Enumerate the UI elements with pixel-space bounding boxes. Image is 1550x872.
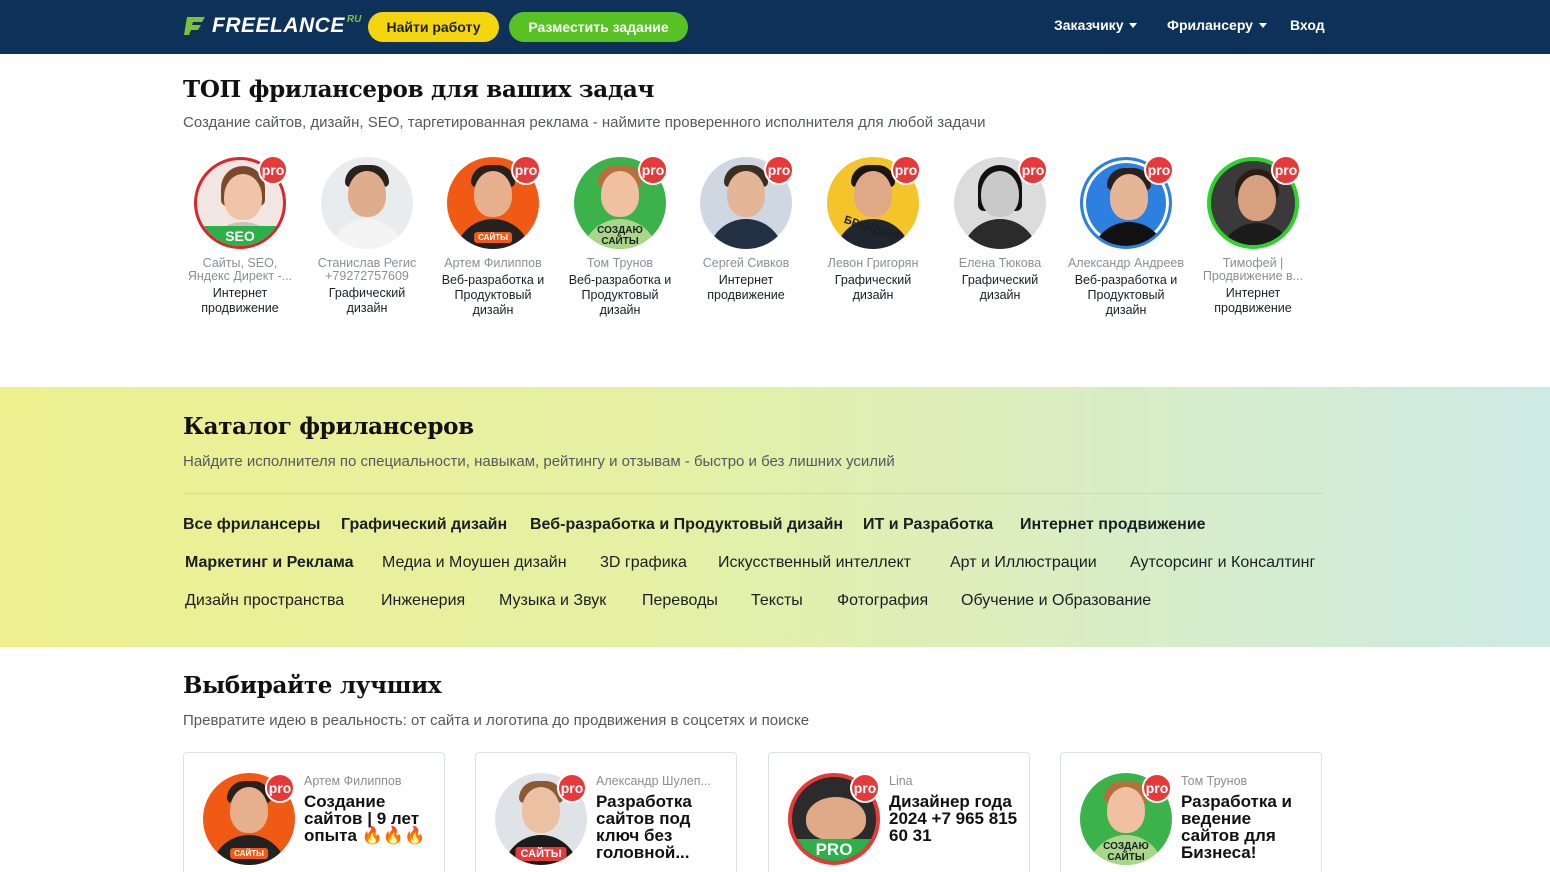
category-link[interactable]: Переводы <box>642 592 718 610</box>
logo-text: FREELANCE <box>212 14 345 37</box>
pro-badge: pro <box>1142 773 1172 803</box>
card-author: Lina <box>889 774 913 788</box>
freelancer-specialty: Веб-разработка и Продуктовый дизайн <box>1074 273 1178 317</box>
top-freelancer-card[interactable]: pro Елена Тюкова Графический дизайн <box>940 155 1060 303</box>
top-navbar: FREELANCE RU Найти работу Разместить зад… <box>0 0 1550 54</box>
top-freelancer-card[interactable]: БРЕНДИНГ pro Левон Григорян Графический … <box>813 155 933 303</box>
category-link[interactable]: Искусственный интеллект <box>718 554 911 572</box>
freelancer-specialty: Веб-разработка и Продуктовый дизайн <box>441 273 545 317</box>
category-link[interactable]: 3D графика <box>600 554 687 572</box>
service-card[interactable]: САЙТЫ pro Александр Шулеп... Разработка … <box>475 752 737 872</box>
category-link[interactable]: Дизайн пространства <box>185 592 344 610</box>
nav-customer-menu[interactable]: Заказчику <box>1054 17 1138 33</box>
service-card[interactable]: PRO pro Lina Дизайнер года 2024 +7 965 8… <box>768 752 1030 872</box>
category-link[interactable]: Инженерия <box>381 592 465 610</box>
site-logo[interactable]: FREELANCE RU <box>183 11 361 41</box>
card-title[interactable]: Разработка сайтов под ключ без головной.… <box>596 793 726 861</box>
logo-suffix: RU <box>346 14 362 25</box>
top-section-subtitle: Создание сайтов, дизайн, SEO, таргетиров… <box>183 114 986 131</box>
post-task-button[interactable]: Разместить задание <box>509 12 688 42</box>
category-link[interactable]: Тексты <box>751 592 803 610</box>
top-freelancer-card[interactable]: СОЗДАЮ САЙТЫ pro Том Трунов Веб-разработ… <box>560 155 680 318</box>
category-link[interactable]: Музыка и Звук <box>499 592 606 610</box>
pro-badge: pro <box>265 773 295 803</box>
pro-badge: pro <box>1144 155 1174 185</box>
avatar[interactable] <box>321 157 413 249</box>
pro-badge: pro <box>764 155 794 185</box>
freelancer-name: Том Трунов <box>586 256 654 270</box>
avatar-tag: САЙТЫ <box>515 847 567 861</box>
category-link[interactable]: Аутсорсинг и Консалтинг <box>1130 554 1315 572</box>
freelancer-name: Сайты, SEO, Яндекс Директ -... <box>187 256 293 283</box>
freelancer-name: Елена Тюкова <box>958 256 1042 270</box>
freelancer-specialty: Графический дизайн <box>328 286 406 315</box>
avatar-tag: СОЗДАЮ САЙТЫ <box>1103 841 1149 863</box>
catalog-title: Каталог фрилансеров <box>183 413 474 440</box>
top-freelancer-card[interactable]: Станислав Регис +79272757609 Графический… <box>307 157 427 316</box>
top-freelancer-card[interactable]: SEO pro Сайты, SEO, Яндекс Директ -... И… <box>180 155 300 316</box>
service-card[interactable]: СОЗДАЮ САЙТЫ pro Том Трунов Разработка и… <box>1060 752 1322 872</box>
freelancer-specialty: Интернет продвижение <box>707 273 785 302</box>
best-section-subtitle: Превратите идею в реальность: от сайта и… <box>183 712 810 729</box>
pro-badge: pro <box>891 155 921 185</box>
nav-freelancer-menu[interactable]: Фрилансеру <box>1167 17 1267 33</box>
chevron-down-icon <box>1129 22 1138 28</box>
pro-badge: pro <box>258 155 288 185</box>
freelancer-name: Артем Филиппов <box>444 256 542 270</box>
freelancer-name: Тимофей | Продвижение в... <box>1202 256 1304 283</box>
top-freelancer-card[interactable]: pro Тимофей | Продвижение в... Интернет … <box>1193 155 1313 316</box>
category-link[interactable]: Веб-разработка и Продуктовый дизайн <box>530 516 843 534</box>
pro-badge: pro <box>850 773 880 803</box>
top-freelancer-card[interactable]: pro Александр Андреев Веб-разработка и П… <box>1066 155 1186 318</box>
freelancer-name: Сергей Сивков <box>702 256 790 270</box>
category-link[interactable]: Медиа и Моушен дизайн <box>382 554 567 572</box>
pro-badge: pro <box>638 155 668 185</box>
card-title[interactable]: Создание сайтов | 9 лет опыта 🔥🔥🔥 <box>304 793 434 844</box>
avatar-tag: SEO <box>197 226 283 246</box>
category-link[interactable]: Интернет продвижение <box>1020 516 1206 534</box>
freelancer-name: Станислав Регис +79272757609 <box>317 256 417 283</box>
pro-badge: pro <box>511 155 541 185</box>
nav-customer-label: Заказчику <box>1054 17 1124 33</box>
service-card[interactable]: САЙТЫ pro Артем Филиппов Создание сайтов… <box>183 752 445 872</box>
avatar-tag: СОЗДАЮ САЙТЫ <box>597 225 643 247</box>
best-section-title: Выбирайте лучших <box>183 672 442 699</box>
card-author: Том Трунов <box>1181 774 1248 788</box>
card-title[interactable]: Дизайнер года 2024 +7 965 815 60 31 <box>889 793 1019 844</box>
category-link[interactable]: Фотография <box>837 592 928 610</box>
freelancer-specialty: Графический дизайн <box>961 273 1039 302</box>
category-link[interactable]: Арт и Иллюстрации <box>950 554 1097 572</box>
category-link[interactable]: Все фрилансеры <box>183 516 320 534</box>
pro-badge: pro <box>557 773 587 803</box>
top-freelancer-card[interactable]: САЙТЫ pro Артем Филиппов Веб-разработка … <box>433 155 553 318</box>
top-section-title: ТОП фрилансеров для ваших задач <box>183 76 655 103</box>
freelancer-specialty: Интернет продвижение <box>201 286 279 315</box>
card-author: Артем Филиппов <box>304 774 402 788</box>
freelancer-name: Александр Андреев <box>1067 256 1185 270</box>
avatar-tag: САЙТЫ <box>230 848 268 859</box>
catalog-divider <box>183 493 1323 494</box>
category-link[interactable]: ИТ и Разработка <box>863 516 993 534</box>
category-link[interactable]: Обучение и Образование <box>961 592 1151 610</box>
category-link[interactable]: Маркетинг и Реклама <box>185 554 354 572</box>
pro-badge: pro <box>1271 155 1301 185</box>
freelancer-name: Левон Григорян <box>827 256 919 270</box>
catalog-subtitle: Найдите исполнителя по специальности, на… <box>183 453 895 470</box>
freelancer-specialty: Интернет продвижение <box>1214 286 1292 315</box>
nav-freelancer-label: Фрилансеру <box>1167 17 1253 33</box>
chevron-down-icon <box>1258 22 1267 28</box>
pro-badge: pro <box>1018 155 1048 185</box>
card-author: Александр Шулеп... <box>596 774 711 788</box>
find-work-button[interactable]: Найти работу <box>368 12 499 42</box>
avatar-tag: PRO <box>792 839 876 861</box>
category-link[interactable]: Графический дизайн <box>341 516 507 534</box>
top-freelancers-list: SEO pro Сайты, SEO, Яндекс Директ -... И… <box>180 155 1323 347</box>
freelancer-specialty: Графический дизайн <box>834 273 912 302</box>
top-freelancer-card[interactable]: pro Сергей Сивков Интернет продвижение <box>686 155 806 303</box>
login-link[interactable]: Вход <box>1290 17 1325 33</box>
freelancer-specialty: Веб-разработка и Продуктовый дизайн <box>568 273 672 317</box>
logo-icon <box>184 17 205 35</box>
card-title[interactable]: Разработка и ведение сайтов для Бизнеса! <box>1181 793 1311 861</box>
avatar-tag: САЙТЫ <box>474 232 512 243</box>
